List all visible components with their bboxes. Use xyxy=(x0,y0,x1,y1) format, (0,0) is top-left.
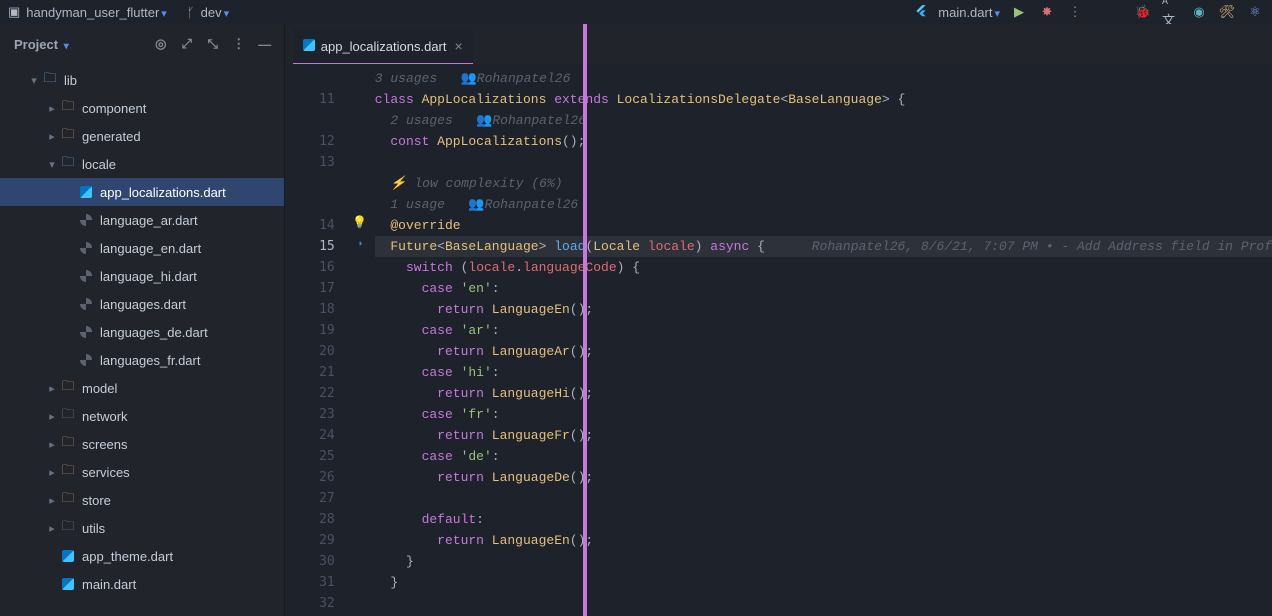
code-editor[interactable]: 3 usages 👥Rohanpatel26class AppLocalizat… xyxy=(375,64,1272,616)
tree-node[interactable]: language_en.dart xyxy=(0,234,284,262)
more-icon[interactable]: ⋮ xyxy=(1066,3,1084,21)
debug-icon[interactable]: ✸ xyxy=(1038,3,1056,21)
tree-node[interactable]: ▸🗀model xyxy=(0,374,284,402)
tree-node[interactable]: ▸🗀store xyxy=(0,486,284,514)
tree-node[interactable]: language_hi.dart xyxy=(0,262,284,290)
tree-node[interactable]: app_theme.dart xyxy=(0,542,284,570)
project-sidebar: Project ▾ ◎ ⤢ ⤡ ⋮ — ▾🗀lib▸🗀component▸🗀ge… xyxy=(0,24,285,616)
branch-selector[interactable]: dev▾ xyxy=(201,5,230,20)
tree-node[interactable]: ▸🗀network xyxy=(0,402,284,430)
translate-icon[interactable]: ᴬ文 xyxy=(1162,3,1180,21)
panel-more-icon[interactable]: ⋮ xyxy=(230,35,248,53)
tab-label: app_localizations.dart xyxy=(321,39,447,54)
project-selector[interactable]: handyman_user_flutter▾ xyxy=(26,5,167,20)
tree-node[interactable]: ▸🗀component xyxy=(0,94,284,122)
tree-node[interactable]: ▾🗀locale xyxy=(0,150,284,178)
close-icon[interactable]: × xyxy=(455,38,463,54)
tree-node[interactable]: language_ar.dart xyxy=(0,206,284,234)
dart-icon xyxy=(303,39,315,51)
atom-icon[interactable]: ⚛ xyxy=(1246,3,1264,21)
branch-icon: ᚶ xyxy=(187,5,195,20)
top-bar: ▣ handyman_user_flutter▾ ᚶ dev▾ main.dar… xyxy=(0,0,1272,24)
minimize-icon[interactable]: — xyxy=(256,35,274,53)
file-tree[interactable]: ▾🗀lib▸🗀component▸🗀generated▾🗀localeapp_l… xyxy=(0,64,284,616)
folder-icon: ▣ xyxy=(8,4,20,20)
tree-node[interactable]: ▸🗀utils xyxy=(0,514,284,542)
tools-icon[interactable]: 🛠 xyxy=(1218,3,1236,21)
flutter-icon xyxy=(914,4,928,21)
tree-node[interactable]: ▸🗀services xyxy=(0,458,284,486)
run-icon[interactable]: ▶ xyxy=(1010,3,1028,21)
tree-node[interactable]: ▸🗀screens xyxy=(0,430,284,458)
tab-app-localizations[interactable]: app_localizations.dart × xyxy=(293,28,473,64)
tree-node[interactable]: languages_fr.dart xyxy=(0,346,284,374)
project-panel-title[interactable]: Project ▾ xyxy=(14,37,69,52)
gutter-marks: 💡◑ xyxy=(345,64,375,616)
collapse-icon[interactable]: ⤡ xyxy=(204,35,222,53)
run-config-selector[interactable]: main.dart▾ xyxy=(938,5,1000,20)
target-icon[interactable]: ◎ xyxy=(152,35,170,53)
record-icon[interactable]: ◉ xyxy=(1190,3,1208,21)
tree-node[interactable]: languages_de.dart xyxy=(0,318,284,346)
editor-tabs: app_localizations.dart × xyxy=(285,24,1272,64)
expand-icon[interactable]: ⤢ xyxy=(178,35,196,53)
tree-node[interactable]: languages.dart xyxy=(0,290,284,318)
vcs-change-stripe xyxy=(583,24,587,616)
tree-node[interactable]: app_localizations.dart xyxy=(0,178,284,206)
tree-node[interactable]: ▾🗀lib xyxy=(0,66,284,94)
line-gutter: 1112131415161718192021222324252627282930… xyxy=(285,64,345,616)
tree-node[interactable]: ▸🗀generated xyxy=(0,122,284,150)
tree-node[interactable]: main.dart xyxy=(0,570,284,598)
bug-icon[interactable]: 🐞 xyxy=(1134,3,1152,21)
